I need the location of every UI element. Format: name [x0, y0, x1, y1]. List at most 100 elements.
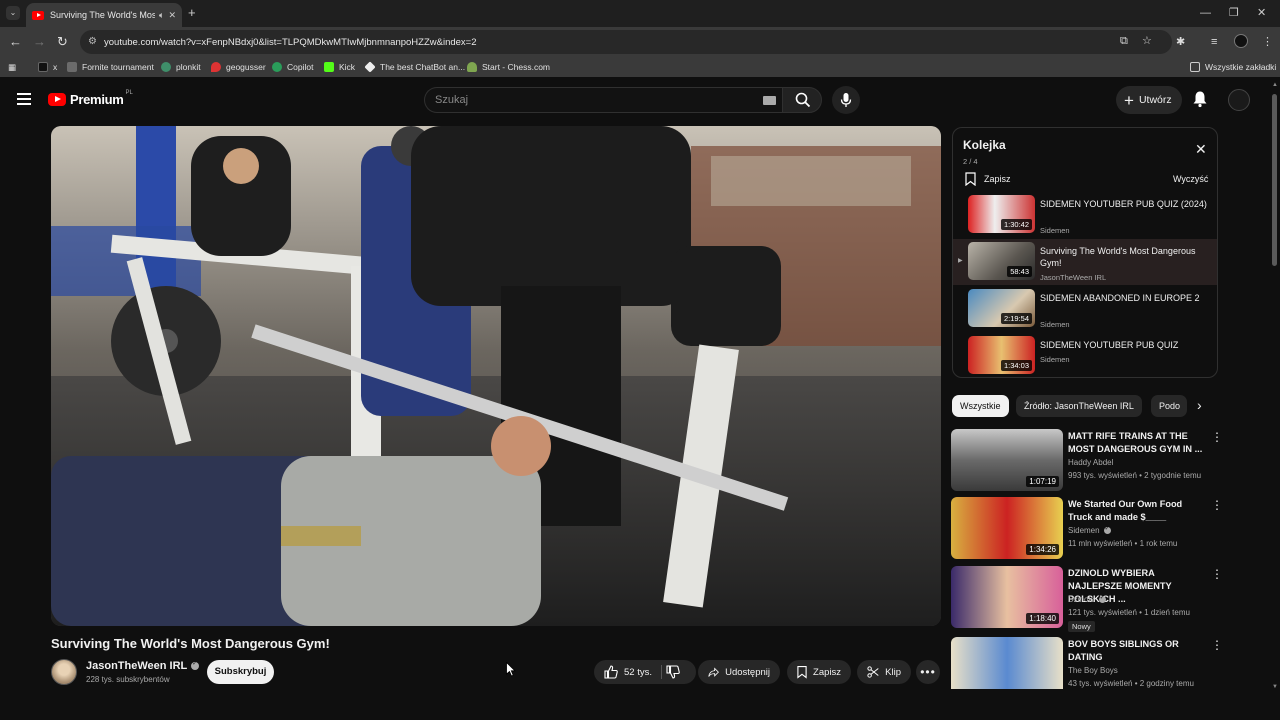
bookmark-plonkit[interactable]: plonkit — [161, 61, 201, 73]
bookmark-icon — [67, 62, 77, 72]
keyboard-icon[interactable] — [763, 96, 776, 105]
close-window-icon[interactable]: ✕ — [1257, 6, 1266, 20]
browser-tab[interactable]: Surviving The World's Most 🔈︎ ✕ — [26, 3, 182, 27]
apps-grid-icon[interactable]: ▦ — [8, 61, 16, 73]
bookmark-kick[interactable]: Kick — [324, 61, 355, 73]
tab-search-icon[interactable]: ⌄ — [6, 6, 20, 20]
thumbs-down-icon — [666, 665, 680, 679]
address-bar: ← → ↻ ⚙︎ youtube.com/watch?v=xFenpNBdxj0… — [0, 27, 1280, 57]
create-button[interactable]: + Utwórz — [1116, 86, 1182, 114]
bookmark-star-icon[interactable]: ☆ — [1142, 35, 1152, 48]
video-frame-image — [51, 126, 941, 626]
forward-icon[interactable]: → — [33, 35, 46, 49]
share-button[interactable]: Udostępnij — [698, 660, 780, 684]
queue-item[interactable]: 2:19:54 SIDEMEN ABANDONED IN EUROPE 2 Si… — [953, 286, 1217, 332]
media-controls-icon[interactable]: ≡ — [1211, 35, 1217, 49]
video-player[interactable] — [51, 126, 941, 626]
queue-position: 2 / 4 — [963, 157, 978, 166]
browser-tab-bar: ⌄ Surviving The World's Most 🔈︎ ✕ + — ❐ … — [0, 0, 1280, 27]
share-icon — [708, 666, 719, 677]
reload-icon[interactable]: ↻ — [57, 35, 68, 49]
recommended-video[interactable]: 1:07:19 MATT RIFE TRAINS AT THE MOST DAN… — [951, 429, 1223, 491]
chevron-right-icon[interactable]: › — [1197, 398, 1202, 412]
scrollbar-thumb[interactable] — [1272, 94, 1277, 266]
rec-channel: Dzinold — [1068, 594, 1106, 604]
subscriber-count: 228 tys. subskrybentów — [86, 675, 170, 684]
search-input[interactable]: Szukaj — [424, 87, 782, 113]
chip-similar[interactable]: Podo — [1151, 395, 1187, 417]
search-button[interactable] — [782, 87, 822, 113]
save-playlist-icon — [797, 665, 807, 679]
folder-icon — [1190, 62, 1200, 72]
close-tab-icon[interactable]: ✕ — [168, 10, 176, 21]
profile-avatar-icon[interactable] — [1234, 34, 1248, 48]
kick-icon — [324, 62, 334, 72]
scroll-up-icon[interactable]: ▲ — [1272, 82, 1278, 88]
notifications-bell-icon[interactable] — [1192, 90, 1208, 113]
channel-avatar[interactable] — [51, 659, 77, 685]
dislike-button[interactable] — [662, 660, 696, 684]
bookmark-geogusser[interactable]: geogusser — [211, 61, 266, 73]
channel-name[interactable]: JasonTheWeen IRL — [86, 660, 200, 672]
recommended-video[interactable]: 1:18:40 DZINOLD WYBIERA NAJLEPSZE MOMENT… — [951, 566, 1223, 632]
maximize-icon[interactable]: ❐ — [1229, 6, 1239, 20]
more-options-icon[interactable]: ⋮ — [1211, 639, 1221, 651]
queue-item[interactable]: 1:30:42 SIDEMEN YOUTUBER PUB QUIZ (2024)… — [953, 192, 1217, 238]
queue-save-button[interactable]: Zapisz — [965, 172, 1011, 186]
more-options-icon[interactable]: ⋮ — [1211, 568, 1223, 580]
recommended-video[interactable]: BOV BOYS SIBLINGS OR DATING The Boy Boys… — [951, 637, 1221, 689]
video-thumbnail: 1:07:19 — [951, 429, 1063, 491]
voice-search-button[interactable] — [832, 86, 860, 114]
chess-icon — [467, 62, 477, 72]
queue-thumbnail: 1:34:03 — [968, 336, 1035, 374]
bookmark-chess[interactable]: Start - Chess.com — [467, 61, 550, 73]
chip-source[interactable]: Źródło: JasonTheWeen IRL — [1016, 395, 1142, 417]
back-icon[interactable]: ← — [9, 35, 22, 49]
globe-icon — [161, 62, 171, 72]
all-bookmarks-folder[interactable]: Wszystkie zakładki — [1190, 61, 1276, 73]
url-field[interactable]: ⚙︎ youtube.com/watch?v=xFenpNBdxj0&list=… — [80, 30, 1172, 54]
bookmark-x[interactable]: x — [38, 61, 57, 73]
queue-thumbnail: 2:19:54 — [968, 289, 1035, 327]
recommended-video[interactable]: 1:34:26 We Started Our Own Food Truck an… — [951, 497, 1223, 559]
new-tab-button[interactable]: + — [188, 6, 196, 20]
queue-clear-button[interactable]: Wyczyść — [1173, 174, 1208, 184]
queue-panel: Kolejka 2 / 4 ✕ Zapisz Wyczyść 1:30:42 S… — [952, 127, 1218, 378]
youtube-premium-logo[interactable]: Premium PL — [48, 90, 133, 107]
queue-thumbnail: 1:30:42 — [968, 195, 1035, 233]
queue-item[interactable]: 1:34:03 SIDEMEN YOUTUBER PUB QUIZ Sideme… — [953, 333, 1217, 377]
page-scrollbar[interactable]: ▲ ▼ — [1271, 82, 1278, 690]
verified-badge-icon — [1103, 525, 1111, 534]
queue-title: Kolejka — [963, 138, 1006, 152]
chip-all[interactable]: Wszystkie — [952, 395, 1009, 417]
menu-dots-icon[interactable]: ⋮ — [1262, 35, 1273, 49]
close-queue-icon[interactable]: ✕ — [1195, 142, 1207, 156]
like-button[interactable]: 52 tys. — [594, 660, 662, 684]
bookmark-copilot[interactable]: Copilot — [272, 61, 313, 73]
speaker-icon[interactable]: 🔈︎ — [159, 10, 164, 21]
scroll-down-icon[interactable]: ▼ — [1272, 684, 1278, 690]
now-playing-icon: ▶ — [958, 258, 963, 264]
clip-button[interactable]: Klip — [857, 660, 911, 684]
minimize-icon[interactable]: — — [1200, 6, 1211, 20]
account-avatar[interactable] — [1228, 89, 1250, 111]
save-button[interactable]: Zapisz — [787, 660, 851, 684]
x-logo-icon — [38, 62, 48, 72]
queue-item-active[interactable]: ▶ 58:43 Surviving The World's Most Dange… — [953, 239, 1217, 285]
copilot-icon — [272, 62, 282, 72]
bookmark-chatbot[interactable]: The best ChatBot an... — [364, 61, 465, 73]
video-title: Surviving The World's Most Dangerous Gym… — [51, 636, 330, 651]
youtube-logo-icon — [48, 93, 66, 106]
more-options-icon[interactable]: ⋮ — [1211, 499, 1223, 511]
chatbot-icon — [364, 61, 376, 73]
bookmark-fornite[interactable]: Fornite tournament — [67, 61, 154, 73]
subscribe-button[interactable]: Subskrybuj — [207, 660, 274, 684]
hamburger-menu-icon[interactable] — [17, 93, 31, 105]
more-options-icon[interactable]: ⋮ — [1211, 431, 1223, 443]
more-dots-icon: ••• — [920, 665, 936, 679]
install-app-icon[interactable]: ⧉ — [1120, 35, 1128, 48]
queue-thumbnail: 58:43 — [968, 242, 1035, 280]
extensions-icon[interactable]: ✱ — [1176, 35, 1185, 49]
more-actions-button[interactable]: ••• — [916, 660, 940, 684]
site-info-icon[interactable]: ⚙︎ — [88, 36, 97, 48]
